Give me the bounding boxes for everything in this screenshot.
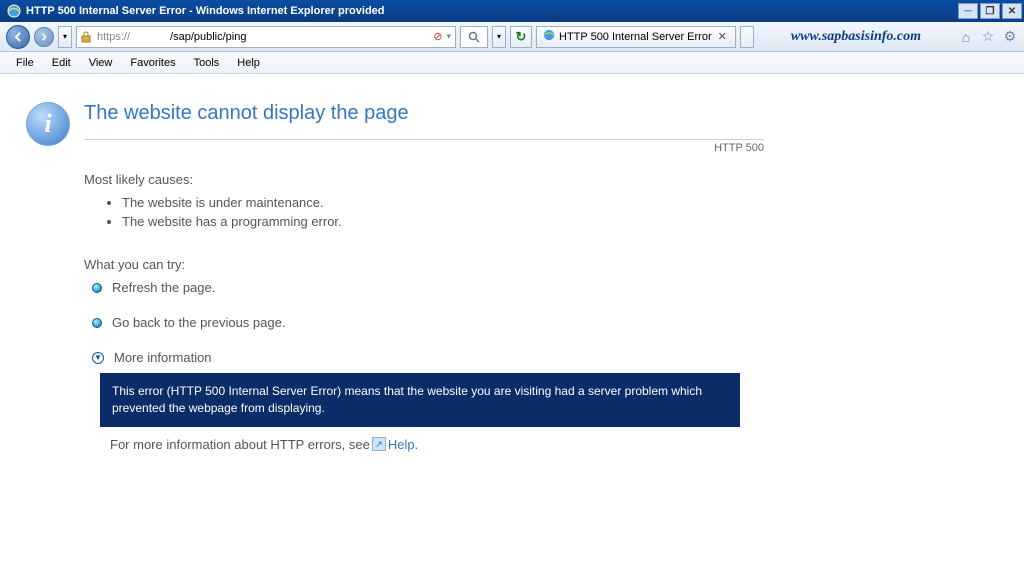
causes-list: The website is under maintenance. The we… [122, 195, 764, 229]
try-refresh-row: Refresh the page. [92, 280, 764, 295]
more-info-row[interactable]: ▼ More information [92, 350, 764, 365]
info-detail-box: This error (HTTP 500 Internal Server Err… [100, 373, 740, 427]
window-titlebar: HTTP 500 Internal Server Error - Windows… [0, 0, 1024, 22]
history-dropdown[interactable]: ▾ [58, 26, 72, 48]
menu-view[interactable]: View [81, 55, 121, 71]
ie-logo-icon [6, 3, 22, 19]
info-icon: i [26, 102, 70, 146]
navigation-bar: ▾ https:// ⊘ ▾ ▾ ↻ HTTP 500 Internal Ser… [0, 22, 1024, 52]
cause-item: The website is under maintenance. [122, 195, 764, 210]
maximize-button[interactable]: ❐ [980, 3, 1000, 19]
help-link-icon: ↗ [372, 437, 386, 451]
window-controls: ─ ❐ ✕ [958, 3, 1022, 19]
page-content: i The website cannot display the page HT… [0, 74, 1024, 452]
tab-close-button[interactable]: ✕ [716, 30, 729, 43]
bullet-icon[interactable] [92, 283, 102, 293]
help-link-text: Help. [388, 437, 418, 452]
close-button[interactable]: ✕ [1002, 3, 1022, 19]
toolbar-icons: ⌂ ☆ ⚙ [958, 28, 1018, 45]
expand-arrow-icon[interactable]: ▼ [92, 352, 104, 364]
info-detail-text: This error (HTTP 500 Internal Server Err… [112, 384, 702, 415]
window-title: HTTP 500 Internal Server Error - Windows… [26, 5, 958, 17]
browser-tab[interactable]: HTTP 500 Internal Server Error ✕ [536, 26, 736, 48]
address-bar[interactable]: https:// ⊘ ▾ [76, 26, 456, 48]
menu-bar: File Edit View Favorites Tools Help [0, 52, 1024, 74]
tab-title: HTTP 500 Internal Server Error [559, 31, 712, 43]
refresh-button[interactable]: ↻ [510, 26, 532, 48]
forward-button[interactable] [34, 27, 54, 47]
tools-icon[interactable]: ⚙ [1002, 28, 1018, 45]
menu-edit[interactable]: Edit [44, 55, 79, 71]
home-icon[interactable]: ⌂ [958, 29, 974, 45]
url-protocol: https:// [97, 31, 130, 43]
causes-title: Most likely causes: [84, 172, 764, 187]
search-button[interactable] [460, 26, 488, 48]
menu-file[interactable]: File [8, 55, 42, 71]
new-tab-button[interactable] [740, 26, 754, 48]
http-code-label: HTTP 500 [84, 142, 764, 154]
try-refresh-label: Refresh the page. [112, 280, 215, 295]
help-prefix: For more information about HTTP errors, … [110, 437, 370, 452]
bullet-icon[interactable] [92, 318, 102, 328]
divider [84, 139, 764, 140]
help-line: For more information about HTTP errors, … [110, 437, 764, 452]
brand-text: www.sapbasisinfo.com [758, 29, 954, 45]
tab-favicon [543, 29, 555, 44]
try-back-row: Go back to the previous page. [92, 315, 764, 330]
back-button[interactable] [6, 25, 30, 49]
menu-tools[interactable]: Tools [186, 55, 228, 71]
favorites-icon[interactable]: ☆ [980, 28, 996, 45]
more-info-label: More information [114, 350, 212, 365]
menu-help[interactable]: Help [229, 55, 268, 71]
ssl-error-icon: ⊘ [433, 30, 442, 43]
menu-favorites[interactable]: Favorites [122, 55, 183, 71]
cause-item: The website has a programming error. [122, 214, 764, 229]
try-back-label: Go back to the previous page. [112, 315, 285, 330]
address-dropdown-icon[interactable]: ▾ [446, 31, 451, 42]
help-link[interactable]: ↗ Help. [372, 437, 418, 452]
url-input[interactable] [170, 31, 429, 43]
lock-icon [81, 31, 93, 43]
minimize-button[interactable]: ─ [958, 3, 978, 19]
try-title: What you can try: [84, 257, 764, 272]
page-heading: The website cannot display the page [84, 102, 764, 125]
search-dropdown[interactable]: ▾ [492, 26, 506, 48]
